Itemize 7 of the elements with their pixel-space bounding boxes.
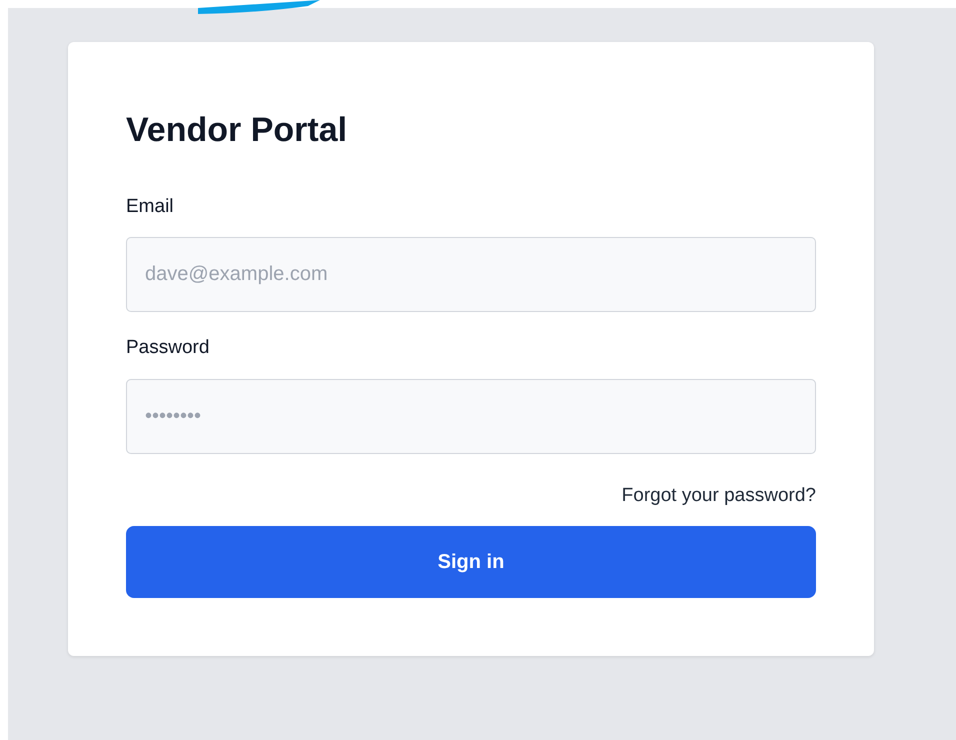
sign-in-button[interactable]: Sign in [126, 526, 816, 598]
page-title: Vendor Portal [126, 110, 348, 151]
field-label: Password [126, 336, 210, 360]
field-label: Email [126, 194, 174, 219]
input-field[interactable]: •••••••• [126, 378, 816, 454]
input-field[interactable]: dave@example.com [126, 237, 816, 312]
forgot-password-link[interactable]: Forgot your password? [622, 482, 816, 510]
